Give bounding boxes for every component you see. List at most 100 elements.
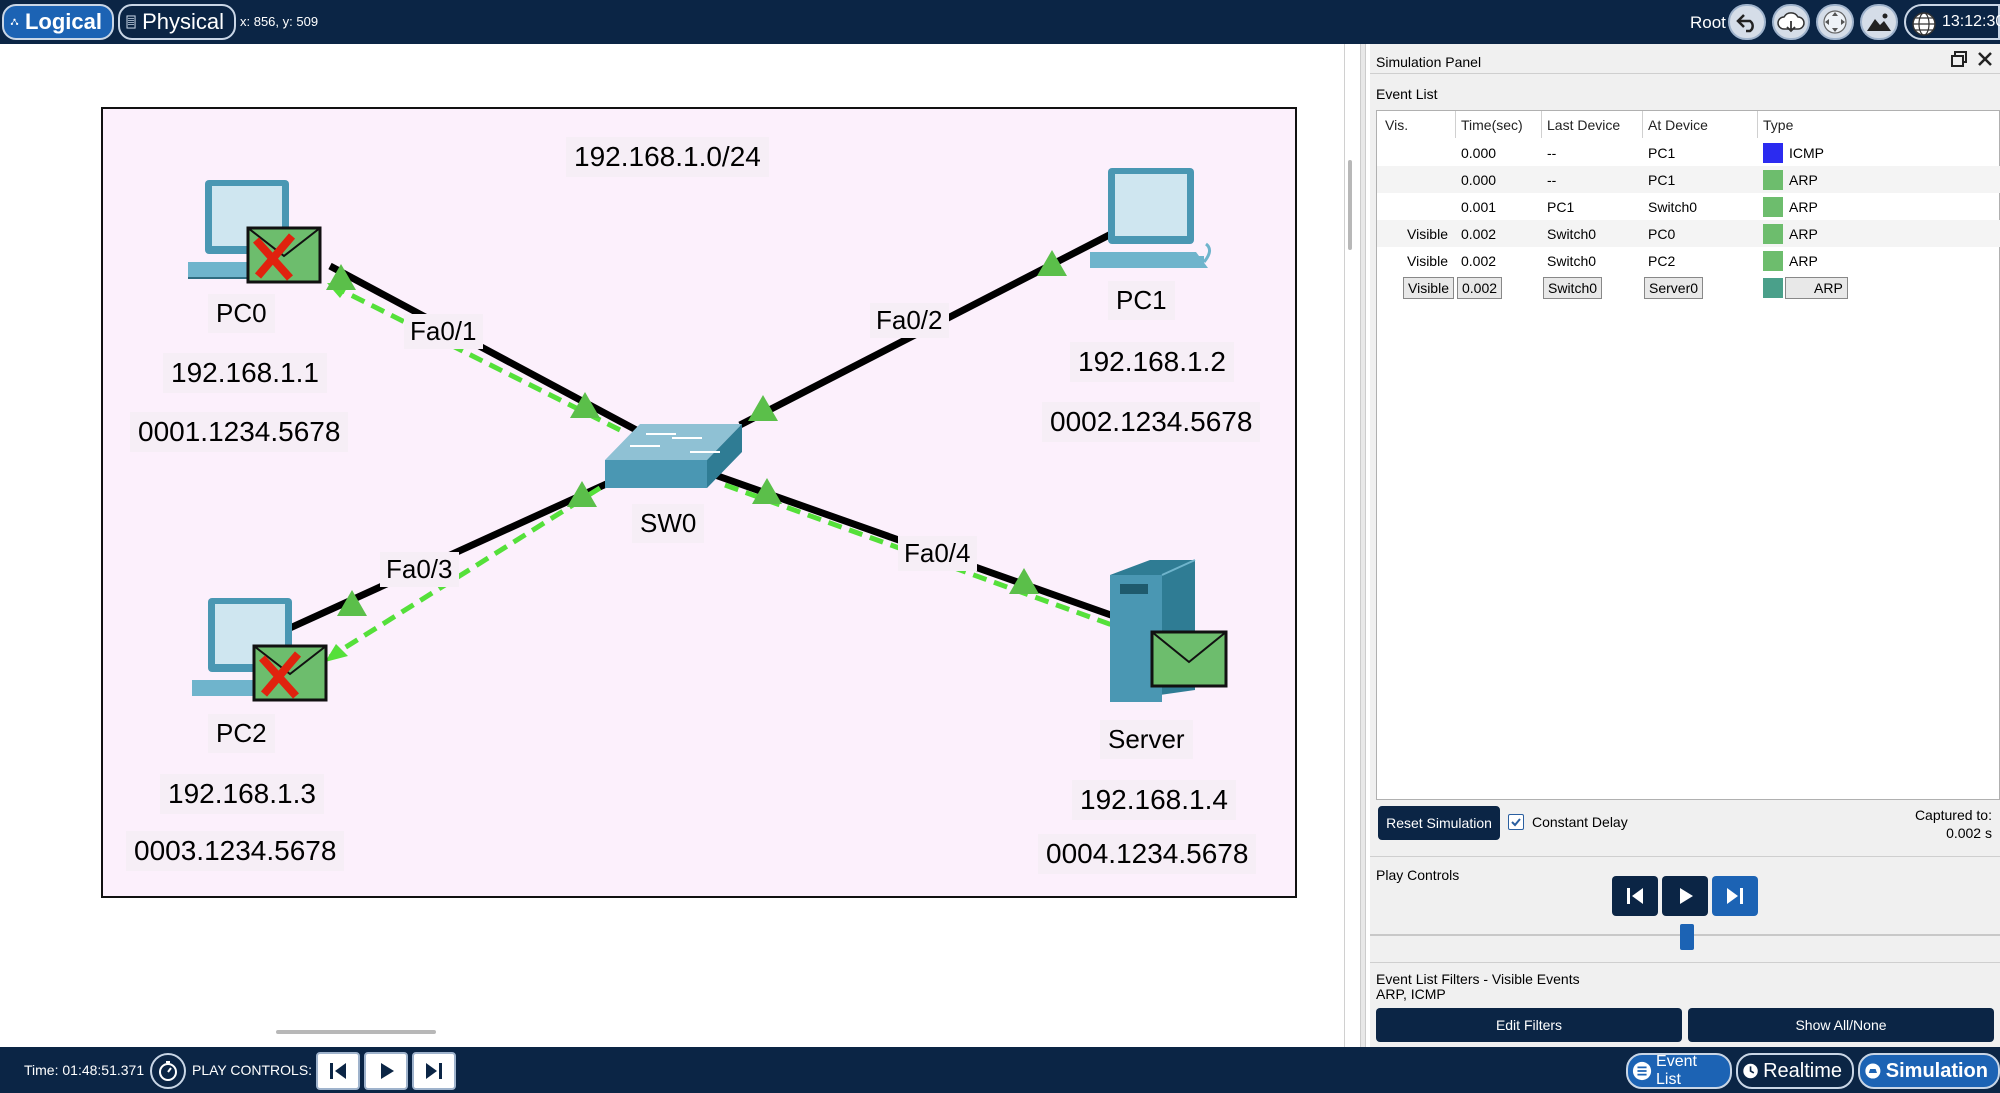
col-header-vis[interactable]: Vis. <box>1385 117 1408 133</box>
port-label-fa0-3: Fa0/3 <box>380 552 459 587</box>
restore-window-icon[interactable] <box>1950 50 1968 68</box>
simulation-mode-button[interactable]: Simulation <box>1858 1053 2000 1089</box>
play-button[interactable] <box>1662 876 1708 916</box>
move-icon <box>1823 10 1847 34</box>
simulation-panel-title-text: Simulation Panel <box>1376 54 1482 70</box>
device-label-pc0: PC0 <box>208 294 275 333</box>
play-icon <box>1680 888 1693 904</box>
device-label-sw0: SW0 <box>632 504 705 543</box>
simulation-time: Time: 01:48:51.371 <box>24 1062 145 1078</box>
clock-time: 13:12:30 <box>1942 13 2000 30</box>
bottom-back-button[interactable] <box>316 1052 360 1090</box>
capture-forward-button[interactable] <box>1712 876 1758 916</box>
constant-delay-option[interactable]: Constant Delay <box>1508 814 1628 830</box>
col-header-time[interactable]: Time(sec) <box>1461 117 1523 133</box>
ip-label-pc0: 192.168.1.1 <box>163 353 327 393</box>
col-header-last-device[interactable]: Last Device <box>1547 117 1620 133</box>
device-label-pc2: PC2 <box>208 714 275 753</box>
event-at-device: PC1 <box>1648 172 1676 188</box>
clock-icon <box>1743 1063 1758 1079</box>
close-icon[interactable] <box>1976 50 1994 68</box>
event-last-device: Switch0 <box>1543 277 1603 299</box>
event-time: 0.001 <box>1461 199 1497 215</box>
event-list-toggle-button[interactable]: Event List <box>1626 1053 1732 1089</box>
bottom-play-button[interactable] <box>364 1052 408 1090</box>
event-time: 0.000 <box>1461 172 1497 188</box>
event-at-device: Switch0 <box>1648 199 1698 215</box>
cloud-icon <box>1777 12 1805 33</box>
captured-to-value: 0.002 s <box>1946 825 1992 841</box>
bottom-forward-button[interactable] <box>412 1052 456 1090</box>
event-type-color-swatch <box>1763 170 1783 190</box>
event-time: 0.002 <box>1461 226 1497 242</box>
background-image-button[interactable] <box>1860 4 1898 40</box>
simulation-icon <box>1865 1063 1881 1079</box>
event-row-selected[interactable]: Visible 0.002 Switch0 Server0 ARP <box>1377 274 2000 301</box>
workspace-horizontal-scrollbar[interactable] <box>276 1030 436 1034</box>
link-light-pc1 <box>1037 250 1067 276</box>
event-at-device: PC0 <box>1648 226 1676 242</box>
speed-slider-thumb[interactable] <box>1680 924 1694 950</box>
simulation-panel-title: Simulation Panel <box>1370 50 2000 74</box>
reset-time-button[interactable] <box>150 1053 186 1089</box>
event-last-device: -- <box>1547 145 1557 161</box>
back-button[interactable] <box>1728 4 1766 40</box>
event-list-toggle-label: Event List <box>1656 1053 1697 1088</box>
list-icon <box>1632 1061 1652 1081</box>
event-last-device: -- <box>1547 172 1557 188</box>
port-label-fa0-2: Fa0/2 <box>870 303 949 338</box>
event-time: 0.002 <box>1461 253 1497 269</box>
skip-back-icon <box>1627 888 1643 904</box>
event-row[interactable]: 0.001 PC1 Switch0 ARP <box>1377 193 2000 220</box>
event-list-title: Event List <box>1376 86 1438 102</box>
play-icon <box>381 1063 394 1079</box>
event-list-header-row: Vis. Time(sec) Last Device At Device Typ… <box>1377 111 2000 138</box>
col-header-type[interactable]: Type <box>1763 117 1793 133</box>
panel-splitter[interactable] <box>1360 44 1366 1047</box>
device-label-pc1: PC1 <box>1108 281 1175 320</box>
event-type-color-swatch <box>1763 224 1783 244</box>
network-address-label: 192.168.1.0/24 <box>566 137 769 177</box>
constant-delay-checkbox[interactable] <box>1508 814 1524 830</box>
event-type: ARP <box>1789 226 1818 242</box>
col-header-at-device[interactable]: At Device <box>1648 117 1708 133</box>
event-row[interactable]: 0.000 -- PC1 ICMP <box>1377 139 2000 166</box>
mac-label-server: 0004.1234.5678 <box>1038 834 1257 874</box>
realtime-mode-button[interactable]: Realtime <box>1736 1053 1854 1089</box>
event-type: ARP <box>1789 199 1818 215</box>
event-row[interactable]: Visible 0.002 Switch0 PC0 ARP <box>1377 220 2000 247</box>
simulation-panel: Simulation Panel Event List Vis. Time(se… <box>1370 44 2000 1047</box>
clock-display: 13:12:30 <box>1904 4 2000 40</box>
root-label: Root <box>1690 13 1726 32</box>
event-filters-value: ARP, ICMP <box>1376 986 1446 1002</box>
event-last-device: Switch0 <box>1547 253 1597 269</box>
edit-filters-button[interactable]: Edit Filters <box>1376 1008 1682 1042</box>
captured-to-label: Captured to: <box>1914 807 1992 823</box>
move-button[interactable] <box>1816 4 1854 40</box>
event-at-device: Server0 <box>1644 277 1704 299</box>
cloud-button[interactable] <box>1772 4 1810 40</box>
mac-label-pc1: 0002.1234.5678 <box>1042 402 1261 442</box>
stopwatch-icon <box>159 1061 177 1081</box>
event-type: ARP <box>1785 277 1848 299</box>
event-row[interactable]: Visible 0.002 Switch0 PC2 ARP <box>1377 247 2000 274</box>
realtime-mode-label: Realtime <box>1763 1059 1842 1082</box>
skip-back-icon <box>330 1063 346 1079</box>
ip-label-server: 192.168.1.4 <box>1072 780 1236 820</box>
ip-label-pc2: 192.168.1.3 <box>160 774 324 814</box>
event-vis: Visible <box>1407 226 1448 242</box>
reset-simulation-button[interactable]: Reset Simulation <box>1378 806 1500 840</box>
event-type: ARP <box>1789 172 1818 188</box>
event-time: 0.002 <box>1457 277 1503 299</box>
device-pc1[interactable] <box>1090 168 1211 268</box>
event-vis: Visible <box>1403 277 1454 299</box>
back-step-button[interactable] <box>1612 876 1658 916</box>
mac-label-pc2: 0003.1234.5678 <box>126 831 345 871</box>
event-list-table: Vis. Time(sec) Last Device At Device Typ… <box>1376 110 2000 800</box>
event-row[interactable]: 0.000 -- PC1 ARP <box>1377 166 2000 193</box>
failed-envelope-icon-pc0 <box>246 226 322 284</box>
port-label-fa0-4: Fa0/4 <box>898 536 977 571</box>
workspace-vertical-scrollbar[interactable] <box>1348 160 1352 250</box>
show-all-none-button[interactable]: Show All/None <box>1688 1008 1994 1042</box>
port-label-fa0-1: Fa0/1 <box>404 314 483 349</box>
